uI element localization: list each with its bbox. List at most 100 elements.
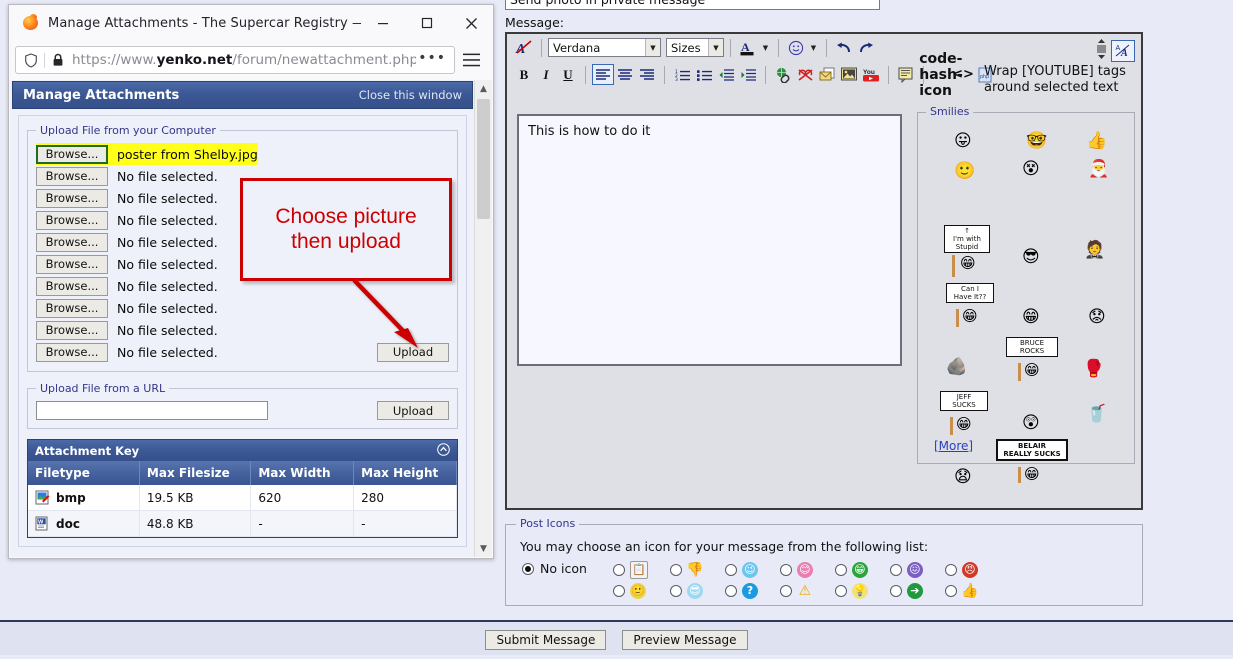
- page-scrollbar[interactable]: ▲ ▼: [474, 80, 492, 557]
- browse-button-6[interactable]: Browse...: [36, 254, 108, 274]
- resize-editor-icon[interactable]: [1096, 38, 1107, 63]
- smilie-drink[interactable]: 🥤: [1086, 406, 1107, 423]
- smilie-boxing[interactable]: 🥊: [1083, 361, 1104, 378]
- post-icon-cool-icon[interactable]: 😎: [686, 582, 703, 599]
- post-icon-item[interactable]: 💡: [834, 582, 868, 599]
- smilie-holding-sign-5[interactable]: 😁: [1024, 467, 1040, 482]
- post-icon-item[interactable]: 🙂: [612, 582, 648, 599]
- radio-post-icon[interactable]: [944, 584, 957, 597]
- post-icon-item[interactable]: 👍: [944, 582, 979, 599]
- scroll-thumb[interactable]: [477, 99, 490, 219]
- font-family-select[interactable]: Verdana ▼: [548, 38, 661, 57]
- redo-icon[interactable]: [855, 37, 877, 58]
- smilie-shocked[interactable]: 😲: [1022, 415, 1040, 432]
- collapse-icon[interactable]: [437, 442, 450, 459]
- bruce-rocks-sign[interactable]: BRUCE ROCKS: [1006, 337, 1058, 358]
- radio-post-icon[interactable]: [724, 584, 737, 597]
- post-icon-thumbs-up-icon[interactable]: 👍: [961, 583, 978, 599]
- insert-link-icon[interactable]: [772, 64, 794, 85]
- radio-post-icon[interactable]: [889, 563, 902, 576]
- post-icon-smile-icon[interactable]: 🙂: [629, 582, 646, 599]
- post-icon-item[interactable]: 👎: [669, 561, 704, 578]
- post-icon-item[interactable]: 📋: [612, 560, 648, 579]
- remove-link-icon[interactable]: [794, 64, 816, 85]
- post-icon-no-icon[interactable]: No icon: [522, 561, 587, 576]
- post-icon-grin-green-icon[interactable]: 😁: [851, 561, 868, 578]
- submit-message-button[interactable]: Submit Message: [485, 629, 607, 650]
- shield-icon[interactable]: [20, 50, 42, 70]
- post-icon-angry-icon[interactable]: 😠: [961, 561, 978, 578]
- post-icon-item[interactable]: ⚠: [779, 582, 813, 599]
- smilie-worried[interactable]: 😟: [1088, 309, 1106, 326]
- im-with-stupid-sign[interactable]: ↑ I'm with Stupid: [944, 225, 990, 254]
- insert-youtube-icon[interactable]: You: [860, 64, 882, 85]
- lock-icon[interactable]: [47, 50, 69, 70]
- remove-formatting-icon[interactable]: A: [513, 37, 535, 58]
- smilie-dizzy[interactable]: 😵: [1022, 161, 1040, 178]
- browse-button-3[interactable]: Browse...: [36, 188, 108, 208]
- upload-url-input[interactable]: [36, 401, 268, 420]
- smilie-holding-sign-3[interactable]: 😁: [1024, 363, 1040, 378]
- smilie-thumbs-up[interactable]: 👍: [1086, 133, 1107, 150]
- close-window-link[interactable]: Close this window: [359, 88, 462, 102]
- browse-button-4[interactable]: Browse...: [36, 210, 108, 230]
- radio-post-icon[interactable]: [834, 563, 847, 576]
- upload-url-button[interactable]: Upload: [377, 401, 449, 420]
- code-hash-icon[interactable]: code-hash-icon: [919, 51, 963, 99]
- post-icon-wink-icon[interactable]: 😉: [741, 561, 758, 578]
- smilie-holding-sign-4[interactable]: 😁: [956, 417, 972, 432]
- url-overflow-icon[interactable]: •••: [416, 50, 450, 70]
- smilie-tongue[interactable]: 😛: [954, 133, 972, 150]
- browse-button-5[interactable]: Browse...: [36, 232, 108, 252]
- smilie-holding-sign-2[interactable]: 😁: [962, 309, 978, 324]
- browse-button-1[interactable]: Browse...: [36, 144, 108, 164]
- font-color-icon[interactable]: A: [737, 37, 759, 58]
- post-icon-warning-icon[interactable]: ⚠: [797, 583, 813, 599]
- smilie-sad[interactable]: 😧: [954, 469, 972, 486]
- close-button[interactable]: [449, 5, 493, 41]
- smilie-holding-sign-1[interactable]: 😁: [960, 256, 976, 271]
- message-textarea[interactable]: This is how to do it: [517, 114, 902, 366]
- minimize-button[interactable]: [361, 5, 405, 41]
- radio-post-icon[interactable]: [612, 584, 625, 597]
- belair-really-sucks-sign[interactable]: BELAIR REALLY SUCKS: [996, 439, 1068, 462]
- font-color-chevron-down-icon[interactable]: ▼: [759, 38, 772, 58]
- hamburger-menu-icon[interactable]: [455, 45, 487, 75]
- chevron-down-icon[interactable]: ▼: [645, 39, 660, 56]
- can-i-have-it-sign[interactable]: Can I Have It??: [946, 283, 994, 304]
- smilie-nerd[interactable]: 🤓: [1026, 133, 1047, 150]
- post-icon-idea-icon[interactable]: 💡: [851, 582, 868, 599]
- smilie-rock[interactable]: 🪨: [946, 359, 967, 376]
- browse-button-7[interactable]: Browse...: [36, 276, 108, 296]
- radio-post-icon[interactable]: [889, 584, 902, 597]
- browse-button-10[interactable]: Browse...: [36, 342, 108, 362]
- post-icon-note-icon[interactable]: 📋: [629, 560, 648, 579]
- more-smilies-link[interactable]: [More]: [934, 439, 973, 453]
- post-icon-item[interactable]: 😊: [779, 561, 813, 578]
- bold-button[interactable]: B: [513, 64, 535, 85]
- smilie-chevron-down-icon[interactable]: ▼: [807, 38, 820, 58]
- align-center-icon[interactable]: [614, 64, 636, 85]
- url-bar[interactable]: https://www.yenko.net/forum/newattachmen…: [15, 46, 455, 74]
- ordered-list-icon[interactable]: 1 2 3: [671, 64, 693, 85]
- toggle-wysiwyg-icon[interactable]: A A: [1111, 39, 1135, 62]
- insert-quote-icon[interactable]: [895, 64, 917, 85]
- more-smilies-label[interactable]: [More]: [934, 439, 973, 453]
- radio-post-icon[interactable]: [944, 563, 957, 576]
- insert-image-icon[interactable]: [838, 64, 860, 85]
- font-size-select[interactable]: Sizes ▼: [666, 38, 724, 57]
- url-text[interactable]: https://www.yenko.net/forum/newattachmen…: [69, 52, 416, 68]
- radio-post-icon[interactable]: [779, 563, 792, 576]
- post-icon-item[interactable]: 😖: [889, 561, 923, 578]
- unordered-list-icon[interactable]: [693, 64, 715, 85]
- underline-button[interactable]: U: [557, 64, 579, 85]
- post-icon-arrow-icon[interactable]: ➔: [906, 582, 923, 599]
- outdent-icon[interactable]: [715, 64, 737, 85]
- indent-icon[interactable]: [737, 64, 759, 85]
- html-code-icon[interactable]: <>: [952, 64, 974, 85]
- post-icon-item[interactable]: 😁: [834, 561, 868, 578]
- browse-button-8[interactable]: Browse...: [36, 298, 108, 318]
- smilie-plain[interactable]: 🙂: [954, 163, 975, 180]
- subject-field[interactable]: Send photo in private message: [505, 0, 880, 10]
- smilie-waiter[interactable]: 🤵: [1084, 242, 1105, 259]
